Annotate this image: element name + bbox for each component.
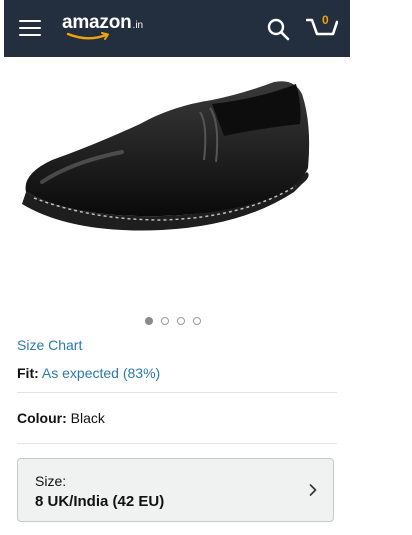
logo-smile-icon (66, 32, 109, 40)
carousel-dot[interactable] (193, 317, 201, 325)
carousel-dot[interactable] (145, 317, 153, 325)
size-value: 8 UK/India (42 EU) (35, 493, 165, 510)
top-nav-bar: amazon.in 0 (4, 0, 350, 57)
cart-count-badge[interactable]: 0 (322, 13, 329, 27)
fit-label: Fit: (17, 365, 39, 381)
colour-value: Black (70, 410, 105, 426)
carousel-dot[interactable] (177, 317, 185, 325)
fit-row: Fit: As expected (83%) (17, 365, 160, 381)
size-label: Size: (35, 473, 67, 489)
image-carousel-indicator[interactable] (145, 317, 209, 327)
hamburger-menu-icon[interactable] (19, 20, 41, 38)
app-screen: amazon.in 0 Size Chart Fit: As expected … (4, 0, 350, 535)
divider (17, 392, 337, 393)
carousel-dot[interactable] (161, 317, 169, 325)
product-image[interactable] (12, 64, 342, 304)
amazon-logo[interactable]: amazon.in (62, 12, 144, 40)
divider (17, 443, 337, 444)
size-selector-button[interactable]: Size: 8 UK/India (42 EU) (17, 458, 334, 522)
colour-label: Colour: (17, 410, 67, 426)
size-chart-link[interactable]: Size Chart (17, 337, 82, 353)
chevron-right-icon (309, 484, 317, 496)
fit-value-link[interactable]: As expected (83%) (42, 365, 160, 381)
colour-row: Colour: Black (17, 410, 105, 426)
logo-wordmark: amazon (62, 12, 132, 33)
shoe-icon (22, 81, 310, 231)
logo-domain: .in (132, 20, 144, 31)
search-icon[interactable] (266, 17, 290, 41)
